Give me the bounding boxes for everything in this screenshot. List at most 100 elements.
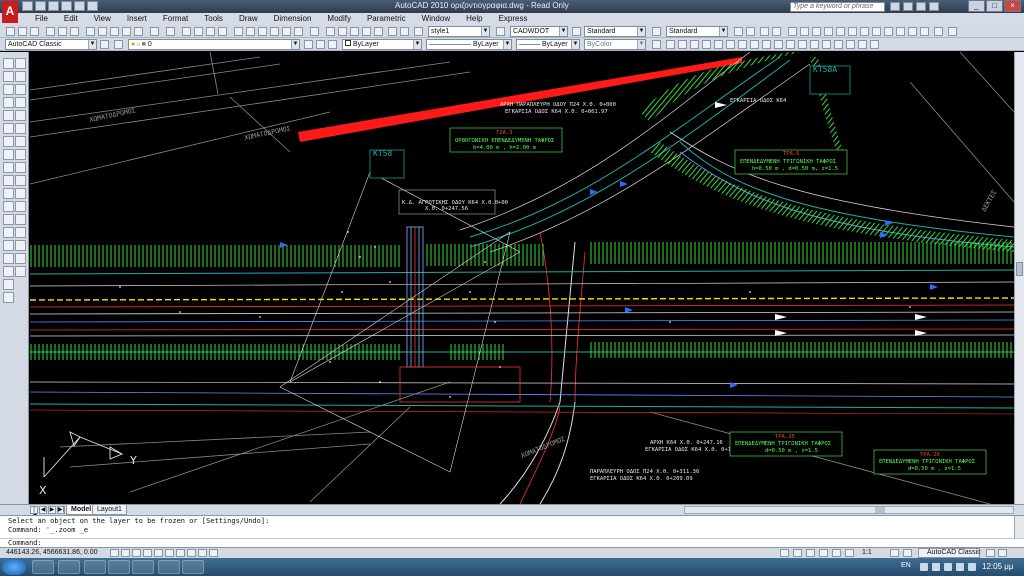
revision-cloud-icon[interactable] — [3, 149, 14, 160]
lineweight-icon[interactable] — [198, 549, 207, 557]
named-ucs-icon[interactable] — [948, 27, 957, 36]
trim-icon[interactable] — [15, 175, 26, 186]
plot-icon[interactable] — [87, 1, 98, 11]
properties-icon[interactable] — [234, 27, 243, 36]
auto-scale-icon[interactable] — [903, 549, 912, 557]
erase-icon[interactable] — [15, 58, 26, 69]
polar-tracking-icon[interactable] — [143, 549, 152, 557]
region-icon[interactable] — [3, 266, 14, 277]
multiline-text-icon[interactable] — [3, 292, 14, 303]
quick-view-drawings-icon[interactable] — [806, 549, 815, 557]
previous-tab-icon[interactable]: ◀ — [39, 506, 47, 514]
layer-match-icon[interactable] — [328, 40, 337, 49]
layer-tools-icon[interactable] — [388, 27, 397, 36]
menu-view[interactable]: View — [87, 13, 120, 25]
dim-style-select[interactable]: CADWDOT ▼ — [510, 26, 568, 37]
redo-icon[interactable] — [74, 1, 85, 11]
ucs-icon[interactable] — [788, 27, 797, 36]
menu-modify[interactable]: Modify — [320, 13, 360, 25]
ucs-previous-icon[interactable] — [812, 27, 821, 36]
vertical-scrollbar[interactable] — [1014, 52, 1024, 504]
point-icon[interactable] — [3, 227, 14, 238]
folder-icon[interactable] — [108, 560, 130, 574]
explorer-icon[interactable] — [32, 560, 54, 574]
linetype-select[interactable]: —————— ByLayer ▼ — [426, 39, 512, 50]
make-block-icon[interactable] — [3, 214, 14, 225]
new-icon[interactable] — [6, 27, 15, 36]
pan-icon[interactable] — [819, 549, 828, 557]
minimize-button[interactable]: _ — [968, 0, 985, 12]
ucs-origin-icon[interactable] — [860, 27, 869, 36]
lineweight-select[interactable]: ——— ByLayer ▼ — [516, 39, 580, 50]
ellipse-arc-icon[interactable] — [3, 188, 14, 199]
command-scrollbar[interactable] — [1014, 516, 1024, 538]
move-icon[interactable] — [15, 123, 26, 134]
circle-icon[interactable] — [726, 40, 735, 49]
menu-dimension[interactable]: Dimension — [267, 13, 321, 25]
polyline-icon[interactable] — [3, 84, 14, 95]
pdf-icon[interactable] — [158, 560, 180, 574]
make-object-layer-current-icon[interactable] — [304, 40, 313, 49]
arc-icon[interactable] — [714, 40, 723, 49]
undo-icon[interactable] — [61, 1, 72, 11]
circle-icon[interactable] — [3, 136, 14, 147]
construction-line-icon[interactable] — [666, 40, 675, 49]
multileader-icon[interactable] — [362, 27, 371, 36]
menu-insert[interactable]: Insert — [120, 13, 156, 25]
calculator-icon[interactable] — [294, 27, 303, 36]
ucs-apply-icon[interactable] — [934, 27, 943, 36]
gradient-icon[interactable] — [834, 40, 843, 49]
dynamic-input-icon[interactable] — [187, 549, 196, 557]
model-space-icon[interactable] — [780, 549, 789, 557]
ucs-object-icon[interactable] — [836, 27, 845, 36]
align-icon[interactable] — [374, 27, 383, 36]
ellipse-icon[interactable] — [3, 175, 14, 186]
table-icon[interactable] — [3, 279, 14, 290]
gradient-icon[interactable] — [3, 253, 14, 264]
annotation-scale[interactable]: 1:1 — [862, 549, 872, 556]
offset-icon[interactable] — [15, 97, 26, 108]
plot-icon[interactable] — [46, 27, 55, 36]
quick-properties-icon[interactable] — [209, 549, 218, 557]
hatch-icon[interactable] — [3, 240, 14, 251]
volume-icon[interactable] — [944, 563, 952, 571]
text-style-icon[interactable] — [414, 27, 423, 36]
construction-line-icon[interactable] — [3, 71, 14, 82]
binoculars-icon[interactable] — [890, 2, 900, 11]
object-snap-icon[interactable] — [154, 549, 163, 557]
first-tab-icon[interactable]: |◀ — [30, 506, 38, 519]
language-indicator[interactable]: EN — [901, 562, 911, 569]
plot-preview-icon[interactable] — [58, 27, 67, 36]
help-icon[interactable] — [310, 27, 319, 36]
network-icon[interactable] — [932, 563, 940, 571]
break-at-point-icon[interactable] — [15, 201, 26, 212]
spline-icon[interactable] — [3, 162, 14, 173]
snap-mode-icon[interactable] — [110, 549, 119, 557]
next-tab-icon[interactable]: ▶ — [48, 506, 56, 514]
menu-window[interactable]: Window — [415, 13, 459, 25]
stretch-icon[interactable] — [15, 162, 26, 173]
explode-icon[interactable] — [15, 266, 26, 277]
bring-front-icon[interactable] — [746, 27, 755, 36]
workspace-select[interactable]: AutoCAD Classic ▼ — [5, 39, 97, 50]
mirror-icon[interactable] — [15, 84, 26, 95]
scrollbar-thumb[interactable] — [1016, 262, 1023, 276]
table-style-icon[interactable] — [572, 27, 581, 36]
rectangle-icon[interactable] — [702, 40, 711, 49]
save-icon[interactable] — [30, 27, 39, 36]
object-snap-tracking-icon[interactable] — [165, 549, 174, 557]
tray-icon[interactable] — [920, 563, 928, 571]
break-icon[interactable] — [15, 214, 26, 225]
ucs-face-icon[interactable] — [824, 27, 833, 36]
close-button[interactable]: × — [1004, 0, 1021, 12]
match-properties-icon[interactable] — [122, 27, 131, 36]
redo-icon[interactable] — [166, 27, 175, 36]
save-icon[interactable] — [48, 1, 59, 11]
table-icon[interactable] — [858, 40, 867, 49]
communication-center-icon[interactable] — [903, 2, 913, 11]
scrollbar-thumb[interactable] — [875, 507, 885, 513]
new-icon[interactable] — [22, 1, 33, 11]
flag-icon[interactable] — [956, 563, 964, 571]
quick-view-layouts-icon[interactable] — [793, 549, 802, 557]
model-space-canvas[interactable]: ΧΩΜΑΤΟΔΡΟΜΟΣ ΧΩΜΑΤΟΔΡΟΜΟΣ ΧΩΜΑΤΟΔΡΟΜΟΣ Δ… — [30, 52, 1014, 504]
